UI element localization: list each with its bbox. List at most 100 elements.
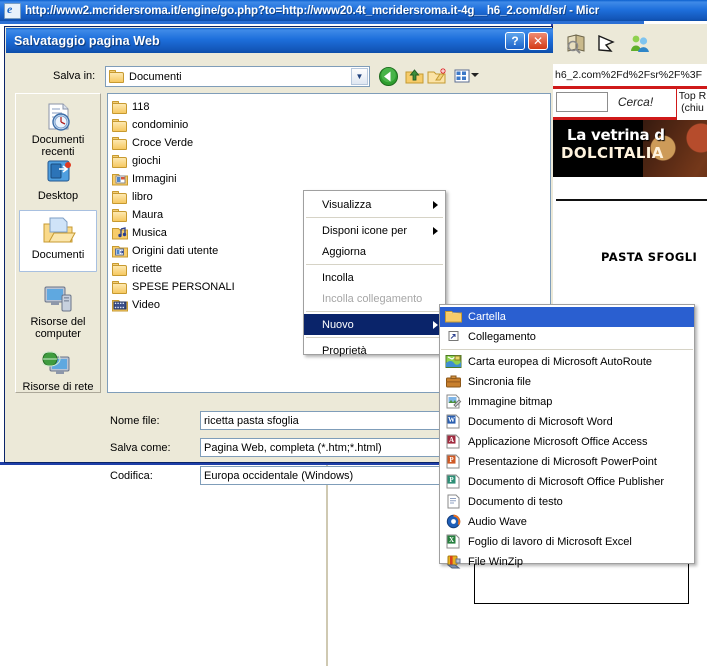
- site-search-input[interactable]: [556, 92, 608, 112]
- submenu-item-collegamento[interactable]: Collegamento: [440, 327, 694, 347]
- pen-icon[interactable]: [597, 32, 619, 54]
- list-item[interactable]: Maura: [112, 206, 163, 224]
- folder-icon: [112, 100, 128, 114]
- video-folder-icon: [112, 300, 128, 312]
- new-folder-icon[interactable]: [426, 66, 447, 87]
- menu-separator: [306, 217, 443, 218]
- submenu-item-cartella[interactable]: Cartella: [440, 307, 694, 327]
- file-name: SPESE PERSONALI: [132, 281, 235, 293]
- dialog-titlebar[interactable]: Salvataggio pagina Web ? ✕: [6, 28, 553, 53]
- menu-item-label: Nuovo: [322, 318, 354, 331]
- menu-item-nuovo[interactable]: Nuovo: [304, 314, 445, 335]
- datasource-folder-icon: [112, 246, 128, 258]
- submenu-item-sincronia-file[interactable]: Sincronia file: [440, 372, 694, 392]
- book-search-icon[interactable]: [565, 32, 587, 54]
- submenu-item-autoroute[interactable]: Carta europea di Microsoft AutoRoute: [440, 352, 694, 372]
- folder-icon: [112, 208, 128, 222]
- menu-item-disponi-icone-per[interactable]: Disponi icone per: [304, 220, 445, 241]
- submenu-item-file-winzip[interactable]: File WinZip: [440, 552, 694, 572]
- list-item[interactable]: Origini dati utente: [112, 242, 218, 260]
- menu-item-label: Incolla: [322, 271, 354, 284]
- folder-icon: [112, 136, 128, 150]
- submenu-item-label: Audio Wave: [468, 516, 527, 528]
- svg-text:P: P: [449, 476, 454, 484]
- winzip-icon: [445, 554, 462, 570]
- svg-text:P: P: [449, 456, 454, 464]
- chevron-down-icon[interactable]: ▼: [351, 68, 368, 85]
- folder-document-icon: [109, 70, 125, 83]
- submenu-item-label: Cartella: [468, 311, 506, 323]
- folder-icon: [112, 118, 128, 132]
- page-vertical-divider: [326, 464, 328, 666]
- help-button[interactable]: ?: [505, 32, 525, 50]
- people-icon[interactable]: [629, 32, 651, 54]
- browser-title: http://www2.mcridersroma.it/engine/go.ph…: [25, 4, 600, 17]
- menu-item-visualizza[interactable]: Visualizza: [304, 194, 445, 215]
- views-icon[interactable]: [452, 66, 473, 87]
- site-search-button[interactable]: Cerca!: [608, 92, 663, 111]
- submenu-arrow-icon: [433, 321, 438, 329]
- browser-address-fragment[interactable]: h6_2.com%2Fd%2Fsr%2F%3F: [553, 64, 707, 87]
- list-item[interactable]: libro: [112, 188, 153, 206]
- banner-line-1: La vetrina d: [567, 126, 665, 144]
- dialog-title: Salvataggio pagina Web: [14, 33, 160, 48]
- submenu-item-excel[interactable]: X Foglio di lavoro di Microsoft Excel: [440, 532, 694, 552]
- submenu-item-access[interactable]: A Applicazione Microsoft Office Access: [440, 432, 694, 452]
- file-name: Immagini: [132, 173, 177, 185]
- list-item[interactable]: ricette: [112, 260, 162, 278]
- place-risorse-di-rete[interactable]: Risorse di rete: [19, 347, 97, 393]
- access-icon: A: [445, 434, 462, 450]
- submenu-item-immagine-bitmap[interactable]: Immagine bitmap: [440, 392, 694, 412]
- close-button[interactable]: ✕: [528, 32, 548, 50]
- submenu-item-documento-di-testo[interactable]: Documento di testo: [440, 492, 694, 512]
- list-item[interactable]: Video: [112, 296, 160, 314]
- list-item[interactable]: Croce Verde: [112, 134, 193, 152]
- list-item[interactable]: Musica: [112, 224, 167, 242]
- place-desktop[interactable]: Desktop: [19, 154, 97, 206]
- file-name: Maura: [132, 209, 164, 221]
- folder-icon: [112, 262, 128, 276]
- list-item[interactable]: SPESE PERSONALI: [112, 278, 235, 296]
- list-item[interactable]: condominio: [112, 116, 188, 134]
- word-icon: W: [445, 414, 462, 430]
- recent-documents-icon: [48, 103, 70, 131]
- menu-separator: [306, 264, 443, 265]
- list-item[interactable]: Immagini: [112, 170, 177, 188]
- menu-item-aggiorna[interactable]: Aggiorna: [304, 241, 445, 262]
- submenu-item-label: Documento di testo: [468, 496, 563, 508]
- submenu-item-label: Collegamento: [468, 331, 536, 343]
- menu-separator: [306, 337, 443, 338]
- menu-item-label: Aggiorna: [322, 245, 367, 258]
- page-heading: PASTA SFOGLI: [601, 250, 698, 264]
- submenu-item-audio-wave[interactable]: Audio Wave: [440, 512, 694, 532]
- place-documenti-recenti[interactable]: Documenti recenti: [19, 98, 97, 158]
- save-as-type-label: Salva come:: [110, 442, 171, 454]
- shortcut-icon: [445, 329, 462, 345]
- views-dropdown-arrow-icon[interactable]: [471, 73, 479, 77]
- list-item[interactable]: giochi: [112, 152, 161, 170]
- place-label: Documenti: [31, 249, 85, 261]
- file-name: ricette: [132, 263, 162, 275]
- submenu-item-label: Applicazione Microsoft Office Access: [468, 436, 648, 448]
- menu-item-proprieta[interactable]: Proprietà: [304, 340, 445, 361]
- menu-separator: [306, 311, 443, 312]
- submenu-item-publisher[interactable]: P Documento di Microsoft Office Publishe…: [440, 472, 694, 492]
- place-documenti[interactable]: Documenti: [19, 210, 97, 272]
- folder-icon: [112, 154, 128, 168]
- menu-item-incolla[interactable]: Incolla: [304, 267, 445, 288]
- back-arrow-icon[interactable]: [378, 66, 399, 87]
- place-risorse-del-computer[interactable]: Risorse del computer: [19, 280, 97, 342]
- submenu-item-label: Carta europea di Microsoft AutoRoute: [468, 356, 653, 368]
- advertisement-banner[interactable]: La vetrina d DOLCITALIA: [553, 120, 707, 177]
- up-folder-icon[interactable]: [404, 66, 425, 87]
- file-name: libro: [132, 191, 153, 203]
- save-in-combobox[interactable]: Documenti ▼: [105, 66, 370, 87]
- list-item[interactable]: 118: [112, 98, 150, 116]
- submenu-item-word[interactable]: W Documento di Microsoft Word: [440, 412, 694, 432]
- file-name: Origini dati utente: [132, 245, 219, 257]
- submenu-arrow-icon: [433, 227, 438, 235]
- submenu-item-powerpoint[interactable]: P Presentazione di Microsoft PowerPoint: [440, 452, 694, 472]
- top-panel-line2: (chiu: [681, 102, 704, 114]
- menu-item-incolla-collegamento: Incolla collegamento: [304, 288, 445, 309]
- pictures-folder-icon: [112, 174, 128, 186]
